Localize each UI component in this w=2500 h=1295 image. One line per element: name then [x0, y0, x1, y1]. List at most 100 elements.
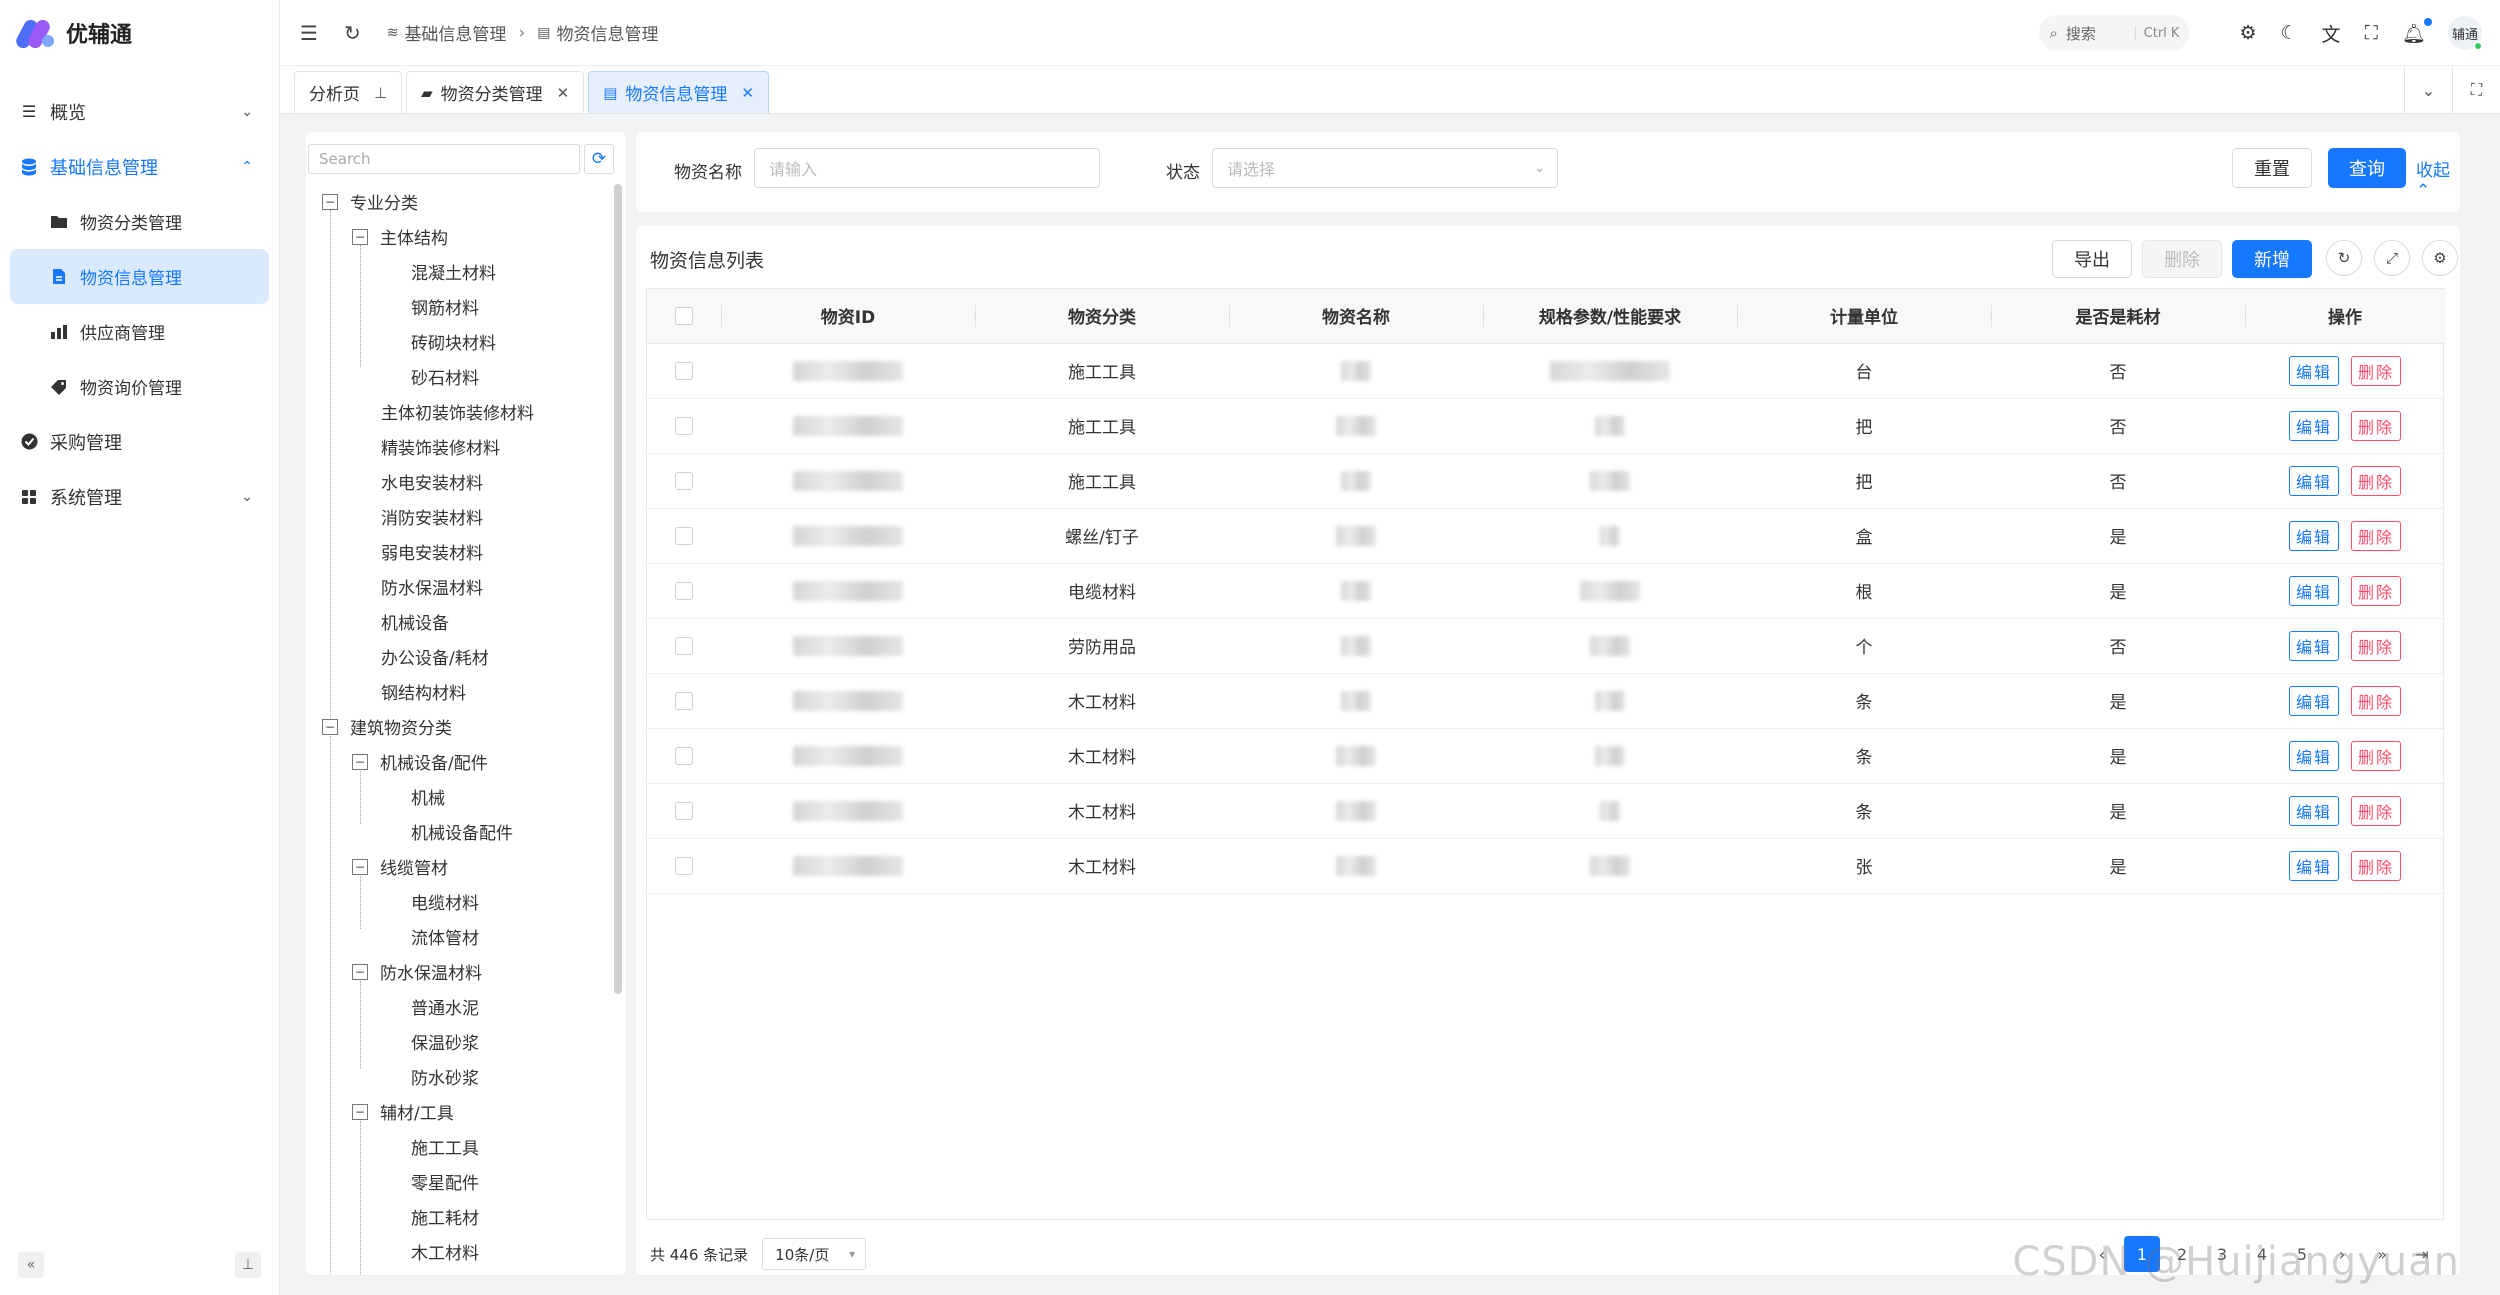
- tree-node[interactable]: 砂石材料: [314, 359, 604, 394]
- collapse-icon[interactable]: −: [352, 753, 368, 770]
- tree-node[interactable]: 消防安装材料: [314, 499, 604, 534]
- tab-category-mgmt[interactable]: ▰ 物资分类管理 ✕: [406, 71, 585, 113]
- bulk-delete-button[interactable]: 删除: [2142, 240, 2222, 278]
- moon-icon[interactable]: ☾: [2281, 22, 2298, 44]
- tree-node[interactable]: 混凝土材料: [314, 254, 604, 289]
- refresh-icon[interactable]: ⟳: [584, 144, 614, 174]
- tree-node[interactable]: 木工材料: [314, 1234, 604, 1269]
- delete-button[interactable]: 删除: [2351, 850, 2402, 881]
- tree-node[interactable]: 防水砂浆: [314, 1059, 604, 1094]
- row-checkbox[interactable]: [675, 416, 693, 435]
- collapse-icon[interactable]: −: [352, 858, 368, 875]
- tree-node[interactable]: 钢筋材料: [314, 289, 604, 324]
- delete-button[interactable]: 删除: [2351, 520, 2402, 551]
- tree-node[interactable]: − 辅材/工具: [314, 1094, 604, 1129]
- tab-analysis[interactable]: 分析页 ⊥: [294, 71, 403, 113]
- edit-button[interactable]: 编辑: [2288, 575, 2339, 606]
- table-row[interactable]: 木工材料条是编辑 删除: [647, 728, 2445, 784]
- tree-node[interactable]: 砖砌块材料: [314, 324, 604, 359]
- page-size-select[interactable]: 10条/页 ▾: [762, 1238, 867, 1270]
- sidebar-item-system[interactable]: 系统管理 ⌄: [0, 469, 279, 524]
- edit-button[interactable]: 编辑: [2288, 630, 2339, 661]
- tree-node[interactable]: 钢结构材料: [314, 674, 604, 709]
- tree-node[interactable]: 机械设备: [314, 604, 604, 639]
- menu-toggle-icon[interactable]: ☰: [300, 21, 318, 45]
- collapse-icon[interactable]: −: [322, 193, 338, 210]
- sidebar-item-category-mgmt[interactable]: 物资分类管理: [0, 194, 279, 249]
- settings-icon[interactable]: ⚙: [2422, 240, 2458, 276]
- tree-node[interactable]: − 专业分类: [314, 184, 604, 219]
- row-checkbox[interactable]: [675, 361, 693, 380]
- tree-scrollbar[interactable]: [614, 184, 622, 994]
- tree-node[interactable]: − 机械设备/配件: [314, 744, 604, 779]
- bell-icon[interactable]: 🔔︎: [2402, 17, 2432, 45]
- sidebar-item-supplier[interactable]: 供应商管理: [0, 304, 279, 359]
- refresh-icon[interactable]: ↻: [2326, 240, 2362, 276]
- row-checkbox[interactable]: [675, 746, 693, 765]
- delete-button[interactable]: 删除: [2351, 795, 2402, 826]
- tree-node[interactable]: 电缆材料: [314, 884, 604, 919]
- reset-button[interactable]: 重置: [2232, 148, 2312, 188]
- close-icon[interactable]: ✕: [741, 84, 754, 102]
- sidebar-item-material-info[interactable]: 物资信息管理: [10, 249, 269, 304]
- edit-button[interactable]: 编辑: [2288, 355, 2339, 386]
- row-checkbox[interactable]: [675, 691, 693, 710]
- edit-button[interactable]: 编辑: [2288, 740, 2339, 771]
- query-button[interactable]: 查询: [2328, 148, 2406, 188]
- table-row[interactable]: 木工材料条是编辑 删除: [647, 783, 2445, 839]
- refresh-icon[interactable]: ↻: [344, 21, 361, 45]
- pin-icon[interactable]: ⊥: [235, 1252, 261, 1278]
- row-checkbox[interactable]: [675, 801, 693, 820]
- delete-button[interactable]: 删除: [2351, 685, 2402, 716]
- collapse-icon[interactable]: −: [322, 718, 338, 735]
- table-row[interactable]: 施工工具台否编辑 删除: [647, 343, 2445, 399]
- tree-node[interactable]: 机械: [314, 779, 604, 814]
- tree-search-input[interactable]: Search: [308, 144, 580, 174]
- export-button[interactable]: 导出: [2052, 240, 2132, 278]
- status-select[interactable]: 请选择 ⌄: [1212, 148, 1558, 188]
- tree-node[interactable]: 水电安装材料: [314, 464, 604, 499]
- translate-icon[interactable]: 文: [2322, 20, 2341, 47]
- row-checkbox[interactable]: [675, 581, 693, 600]
- delete-button[interactable]: 删除: [2351, 410, 2402, 441]
- global-search[interactable]: ⌕ 搜索 Ctrl K: [2039, 15, 2190, 51]
- edit-button[interactable]: 编辑: [2288, 465, 2339, 496]
- tree-node[interactable]: 防水保温材料: [314, 569, 604, 604]
- table-row[interactable]: 木工材料张是编辑 删除: [647, 838, 2445, 894]
- name-input[interactable]: 请输入: [754, 148, 1100, 188]
- settings-icon[interactable]: ⚙: [2239, 22, 2256, 44]
- row-checkbox[interactable]: [675, 471, 693, 490]
- tree-node[interactable]: 主体初装饰装修材料: [314, 394, 604, 429]
- chevron-down-icon[interactable]: ⌄: [2404, 66, 2452, 114]
- tree-node[interactable]: 零星配件: [314, 1164, 604, 1199]
- fullscreen-icon[interactable]: ⛶: [2365, 22, 2378, 44]
- tree-node[interactable]: 弱电安装材料: [314, 534, 604, 569]
- tree-node[interactable]: 流体管材: [314, 919, 604, 954]
- edit-button[interactable]: 编辑: [2288, 520, 2339, 551]
- table-row[interactable]: 电缆材料根是编辑 删除: [647, 563, 2445, 619]
- sidebar-item-purchase[interactable]: 采购管理: [0, 414, 279, 469]
- select-all-checkbox[interactable]: [675, 306, 693, 325]
- sidebar-item-overview[interactable]: ☰ 概览 ⌄: [0, 84, 279, 139]
- edit-button[interactable]: 编辑: [2288, 850, 2339, 881]
- tree-node[interactable]: 施工耗材: [314, 1199, 604, 1234]
- delete-button[interactable]: 删除: [2351, 740, 2402, 771]
- tree-node[interactable]: 机械设备配件: [314, 814, 604, 849]
- pin-icon[interactable]: ⊥: [374, 84, 387, 102]
- delete-button[interactable]: 删除: [2351, 630, 2402, 661]
- row-checkbox[interactable]: [675, 636, 693, 655]
- edit-button[interactable]: 编辑: [2288, 795, 2339, 826]
- collapse-sidebar-icon[interactable]: «: [18, 1252, 44, 1278]
- breadcrumb-item[interactable]: 基础信息管理: [404, 20, 506, 45]
- edit-button[interactable]: 编辑: [2288, 685, 2339, 716]
- tab-material-info[interactable]: ▤ 物资信息管理 ✕: [588, 71, 769, 113]
- table-row[interactable]: 施工工具把否编辑 删除: [647, 398, 2445, 454]
- tree-node[interactable]: 普通水泥: [314, 989, 604, 1024]
- table-row[interactable]: 螺丝/钉子盒是编辑 删除: [647, 508, 2445, 564]
- add-button[interactable]: 新增: [2232, 240, 2312, 278]
- edit-button[interactable]: 编辑: [2288, 410, 2339, 441]
- collapse-icon[interactable]: −: [352, 963, 368, 980]
- collapse-button[interactable]: 收起⌃: [2416, 156, 2460, 201]
- tree-node[interactable]: − 防水保温材料: [314, 954, 604, 989]
- row-checkbox[interactable]: [675, 526, 693, 545]
